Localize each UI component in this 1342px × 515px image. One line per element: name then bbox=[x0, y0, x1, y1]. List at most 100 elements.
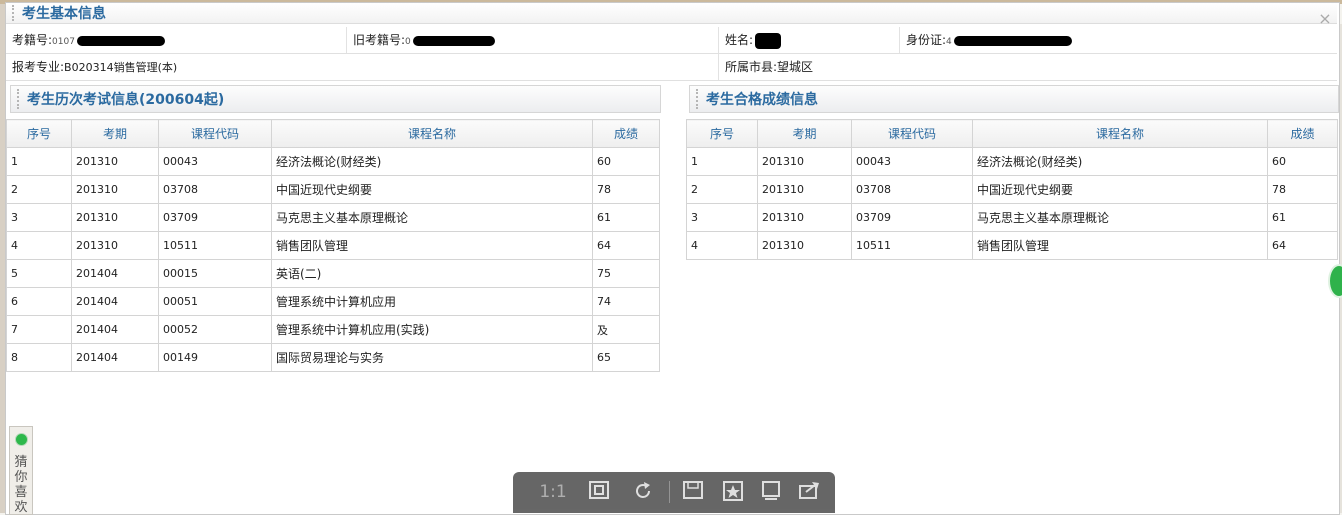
status-dot-icon bbox=[15, 433, 28, 446]
header-grip bbox=[17, 89, 19, 109]
passed-title: 考生合格成绩信息 bbox=[706, 92, 818, 108]
save-button[interactable] bbox=[679, 480, 707, 504]
table-row: 4 201310 10511 销售团队管理 64 bbox=[686, 231, 1338, 260]
exam-no-value: 0107 bbox=[52, 37, 75, 47]
cell-course-name: 英语(二) bbox=[271, 259, 593, 288]
monitor-icon bbox=[762, 481, 780, 500]
table-row: 1 201310 00043 经济法概论(财经类) 60 bbox=[6, 147, 660, 176]
col-header-score: 成绩 bbox=[1267, 119, 1338, 148]
id-value: 4 bbox=[946, 37, 952, 47]
cell-course-name: 马克思主义基本原理概论 bbox=[972, 203, 1268, 232]
original-size-button[interactable]: 1:1 bbox=[537, 480, 569, 504]
star-bookmark-icon bbox=[723, 481, 743, 501]
exam-no-field: 考籍号:0107 bbox=[12, 27, 165, 53]
cell-course-code: 00043 bbox=[851, 147, 973, 176]
cell-course-name: 中国近现代史纲要 bbox=[972, 175, 1268, 204]
rotate-icon bbox=[636, 482, 650, 498]
cell-index: 3 bbox=[686, 203, 758, 232]
history-table: 序号 考期 课程代码 课程名称 成绩 1 201310 00043 经济法概论(财经类… bbox=[6, 119, 660, 372]
share-button[interactable] bbox=[795, 480, 823, 504]
info-row-1: 考籍号:0107 旧考籍号:0 姓名: 身份证:4 bbox=[6, 27, 1337, 54]
basic-info-header: 考生基本信息 × bbox=[6, 3, 1337, 27]
toolbar-divider bbox=[669, 481, 670, 503]
table-row: 5 201404 00015 英语(二) 75 bbox=[6, 259, 660, 288]
share-icon bbox=[799, 482, 819, 499]
table-row: 7 201404 00052 管理系统中计算机应用(实践) 及 bbox=[6, 315, 660, 344]
col-header-term: 考期 bbox=[757, 119, 852, 148]
cell-index: 6 bbox=[6, 287, 72, 316]
col-header-term: 考期 bbox=[71, 119, 159, 148]
cell-course-name: 管理系统中计算机应用(实践) bbox=[271, 315, 593, 344]
cell-score: 74 bbox=[592, 287, 660, 316]
cell-score: 61 bbox=[1267, 203, 1338, 232]
table-row: 2 201310 03708 中国近现代史纲要 78 bbox=[6, 175, 660, 204]
redaction-mark bbox=[76, 35, 165, 46]
cell-index: 5 bbox=[6, 259, 72, 288]
cell-term: 201310 bbox=[71, 231, 159, 260]
cell-term: 201310 bbox=[71, 147, 159, 176]
guess-you-like-tab[interactable]: 猜你喜欢 bbox=[9, 426, 33, 515]
cell-score: 64 bbox=[1267, 231, 1338, 260]
cell-term: 201404 bbox=[71, 287, 159, 316]
cell-course-name: 国际贸易理论与实务 bbox=[271, 343, 593, 372]
id-label: 身份证: bbox=[906, 33, 947, 47]
cell-course-name: 销售团队管理 bbox=[271, 231, 593, 260]
table-header-row: 序号 考期 课程代码 课程名称 成绩 bbox=[686, 119, 1338, 148]
image-viewer-toolbar: 1:1 bbox=[513, 472, 835, 513]
redaction-mark bbox=[953, 35, 1072, 46]
old-exam-no-label: 旧考籍号: bbox=[353, 33, 406, 47]
cell-course-code: 03709 bbox=[158, 203, 272, 232]
guess-you-like-label: 猜你喜欢 bbox=[14, 455, 28, 515]
cell-term: 201404 bbox=[71, 315, 159, 344]
student-info-panel: 考生基本信息 × 考籍号:0107 旧考籍号:0 姓名: 身份证:4 报考专业:… bbox=[5, 2, 1340, 515]
cell-score: 60 bbox=[592, 147, 660, 176]
cell-course-name: 经济法概论(财经类) bbox=[972, 147, 1268, 176]
cell-score: 78 bbox=[592, 175, 660, 204]
name-field: 姓名: bbox=[725, 27, 782, 53]
cell-index: 2 bbox=[686, 175, 758, 204]
table-row: 6 201404 00051 管理系统中计算机应用 74 bbox=[6, 287, 660, 316]
cell-course-code: 03708 bbox=[158, 175, 272, 204]
col-header-index: 序号 bbox=[686, 119, 758, 148]
cell-score: 78 bbox=[1267, 175, 1338, 204]
cell-course-name: 经济法概论(财经类) bbox=[271, 147, 593, 176]
header-grip bbox=[12, 5, 14, 21]
cell-course-code: 10511 bbox=[851, 231, 973, 260]
table-row: 8 201404 00149 国际贸易理论与实务 65 bbox=[6, 343, 660, 372]
cell-index: 1 bbox=[6, 147, 72, 176]
redaction-mark bbox=[412, 35, 495, 46]
cell-course-code: 03708 bbox=[851, 175, 973, 204]
cell-term: 201404 bbox=[71, 343, 159, 372]
cell-course-name: 中国近现代史纲要 bbox=[271, 175, 593, 204]
device-view-button[interactable] bbox=[757, 480, 785, 504]
cell-score: 及 bbox=[592, 315, 660, 344]
divider bbox=[718, 27, 719, 53]
major-label: 报考专业: bbox=[12, 60, 65, 74]
col-header-score: 成绩 bbox=[592, 119, 660, 148]
favorite-button[interactable] bbox=[719, 480, 747, 504]
table-row: 1 201310 00043 经济法概论(财经类) 60 bbox=[686, 147, 1338, 176]
cell-term: 201310 bbox=[757, 203, 852, 232]
divider bbox=[718, 54, 719, 80]
city-field: 所属市县:望城区 bbox=[725, 54, 813, 80]
fit-screen-button[interactable] bbox=[585, 480, 613, 504]
city-value: 望城区 bbox=[777, 60, 814, 74]
save-icon bbox=[683, 481, 703, 499]
history-title: 考生历次考试信息(200604起) bbox=[27, 92, 225, 108]
cell-course-name: 管理系统中计算机应用 bbox=[271, 287, 593, 316]
table-header-row: 序号 考期 课程代码 课程名称 成绩 bbox=[6, 119, 660, 148]
close-icon[interactable]: × bbox=[1317, 11, 1333, 27]
cell-index: 4 bbox=[6, 231, 72, 260]
exam-no-label: 考籍号: bbox=[12, 33, 53, 47]
cell-course-code: 00052 bbox=[158, 315, 272, 344]
old-exam-no-value: 0 bbox=[405, 37, 411, 47]
cell-score: 65 bbox=[592, 343, 660, 372]
rotate-button[interactable] bbox=[629, 480, 657, 504]
cell-course-name: 马克思主义基本原理概论 bbox=[271, 203, 593, 232]
divider bbox=[899, 27, 900, 53]
cell-course-code: 00015 bbox=[158, 259, 272, 288]
cell-index: 7 bbox=[6, 315, 72, 344]
col-header-course-name: 课程名称 bbox=[972, 119, 1268, 148]
cell-index: 4 bbox=[686, 231, 758, 260]
col-header-course-code: 课程代码 bbox=[851, 119, 973, 148]
